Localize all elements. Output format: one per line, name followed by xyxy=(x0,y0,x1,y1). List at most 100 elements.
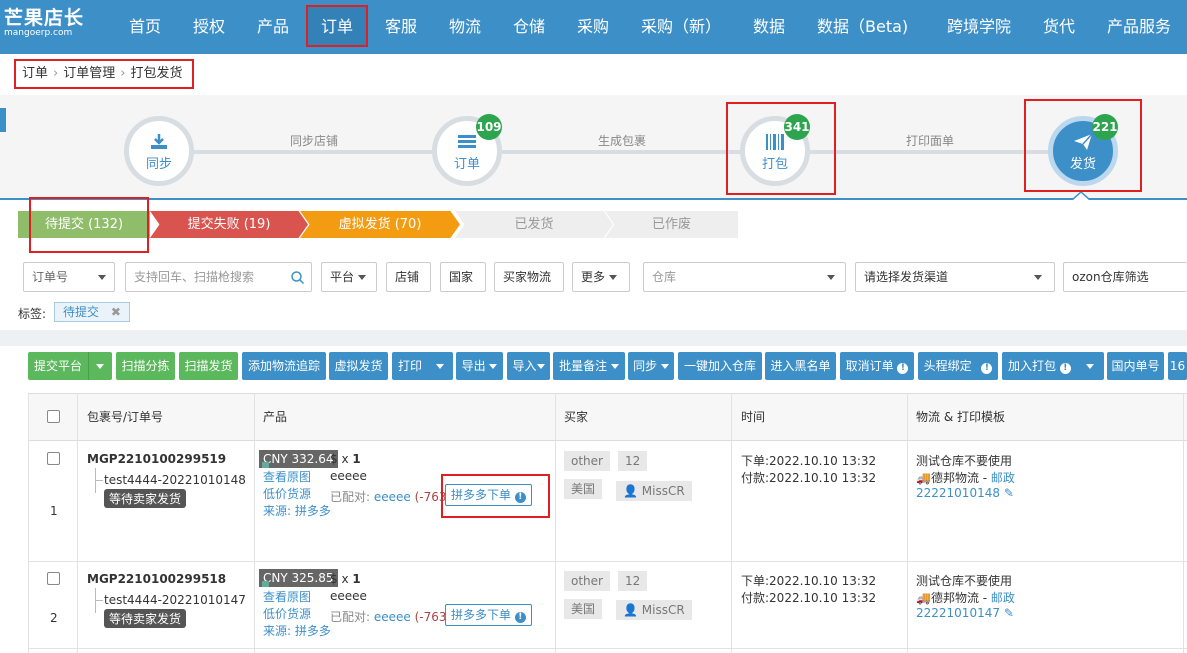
pdd-order-button[interactable]: 拼多多下单 ! xyxy=(445,604,532,626)
matched-link[interactable]: eeeee xyxy=(374,610,411,624)
order-no[interactable]: test4444-20221010147 xyxy=(104,593,246,607)
flow-link-gen-package[interactable]: 生成包裹 xyxy=(598,132,646,149)
close-icon[interactable]: ✖ xyxy=(111,305,121,319)
add-tracking-button[interactable]: 添加物流追踪 xyxy=(242,352,326,380)
nav-logistics[interactable]: 物流 xyxy=(449,0,481,54)
source-link[interactable]: 来源: 拼多多 xyxy=(263,502,331,519)
nav-academy[interactable]: 跨境学院 xyxy=(947,0,1011,54)
scan-sort-button[interactable]: 扫描分拣 xyxy=(116,352,175,380)
product-thumbnail[interactable] xyxy=(262,581,269,587)
submit-platform-label: 提交平台 xyxy=(34,359,83,373)
domestic-tracking-button[interactable]: 国内单号 xyxy=(1107,352,1164,380)
matched-link[interactable]: eeeee xyxy=(374,490,411,504)
logo[interactable]: 芒果店长 mangoerp.com xyxy=(4,8,84,38)
breadcrumb-order[interactable]: 订单 xyxy=(22,66,48,81)
chevron-down-icon[interactable] xyxy=(1086,364,1094,369)
shop-filter[interactable]: 店铺 xyxy=(386,262,431,292)
tracking-no-text: 22221010147 xyxy=(916,606,1000,620)
select-all-checkbox[interactable] xyxy=(47,410,60,423)
search-input[interactable]: 支持回车、扫描枪搜索 xyxy=(125,262,312,292)
add-to-warehouse-button[interactable]: 一键加入仓库 xyxy=(678,352,762,380)
download-icon xyxy=(151,134,167,149)
nav-product-service[interactable]: 产品服务 xyxy=(1107,0,1171,54)
nav-data-beta[interactable]: 数据（Beta) xyxy=(817,0,908,54)
sync-button[interactable]: 同步 xyxy=(628,352,674,380)
flow-link-print-label[interactable]: 打印面单 xyxy=(906,132,954,149)
tracking-no[interactable]: 22221010148 ✎ xyxy=(916,486,1014,500)
tab-shipped[interactable]: 已发货 xyxy=(455,211,613,238)
buyer-name-tag[interactable]: 👤 MissCR xyxy=(616,600,692,620)
buyer-name-tag[interactable]: 👤 MissCR xyxy=(616,481,692,501)
cancel-order-button[interactable]: 取消订单 ! xyxy=(840,352,914,380)
tab-virtual-ship[interactable]: 虚拟发货 (70) xyxy=(300,211,460,238)
order-count-badge: 109 xyxy=(476,114,502,140)
nav-data[interactable]: 数据 xyxy=(753,0,785,54)
chevron-down-icon[interactable] xyxy=(96,364,104,369)
flow-link-sync-shop[interactable]: 同步店铺 xyxy=(290,132,338,149)
info-icon: ! xyxy=(514,612,526,623)
order-no-select[interactable]: 订单号 xyxy=(23,262,115,292)
blacklist-button[interactable]: 进入黑名单 xyxy=(765,352,836,380)
chevron-down-icon xyxy=(489,364,498,369)
order-no[interactable]: test4444-20221010148 xyxy=(104,473,246,487)
nav-forwarder[interactable]: 货代 xyxy=(1043,0,1075,54)
tracking-no-text: 22221010148 xyxy=(916,486,1000,500)
tag-chip: 待提交 ✖ xyxy=(54,302,130,322)
more-filter[interactable]: 更多 xyxy=(572,262,630,292)
row-checkbox[interactable] xyxy=(47,572,60,585)
nav-purchase[interactable]: 采购 xyxy=(577,0,609,54)
breadcrumb-pack-ship: 打包发货 xyxy=(130,66,183,81)
submit-platform-button[interactable]: 提交平台 xyxy=(28,352,112,380)
batch-note-button[interactable]: 批量备注 xyxy=(553,352,625,380)
flow-line xyxy=(190,150,1060,154)
buyer-logistics-filter[interactable]: 买家物流 xyxy=(494,262,564,292)
carrier-link[interactable]: 邮政 xyxy=(991,471,1015,485)
nav-home[interactable]: 首页 xyxy=(129,0,161,54)
tab-voided[interactable]: 已作废 xyxy=(605,211,738,238)
nav-auth[interactable]: 授权 xyxy=(193,0,225,54)
channel-select[interactable]: 请选择发货渠道 xyxy=(855,262,1055,292)
tracking-no[interactable]: 22221010147 ✎ xyxy=(916,606,1014,620)
package-no[interactable]: MGP2210100299519 xyxy=(87,452,226,466)
package-no[interactable]: MGP2210100299518 xyxy=(87,572,226,586)
divider xyxy=(907,393,908,653)
low-price-source-link[interactable]: 低价货源 xyxy=(263,485,311,502)
search-icon[interactable] xyxy=(291,271,304,284)
scan-ship-button[interactable]: 扫描发货 xyxy=(179,352,238,380)
nav-service[interactable]: 客服 xyxy=(385,0,417,54)
nav-order[interactable]: 订单 xyxy=(321,0,353,54)
pdd-order-button[interactable]: 拼多多下单 ! xyxy=(445,484,532,506)
ozon-warehouse-filter[interactable]: ozon仓库筛选 xyxy=(1063,262,1187,292)
export-button[interactable]: 导出 xyxy=(456,352,503,380)
carrier-link[interactable]: 邮政 xyxy=(991,591,1015,605)
flow-step-sync[interactable]: 同步 xyxy=(124,116,194,186)
nav-purchase-new[interactable]: 采购（新） xyxy=(641,0,721,54)
carrier: 🚚德邦物流 - 邮政 xyxy=(916,469,1015,486)
view-image-link[interactable]: 查看原图 xyxy=(263,468,311,485)
platform-label: 平台 xyxy=(330,270,355,284)
low-price-source-link[interactable]: 低价货源 xyxy=(263,605,311,622)
source-link[interactable]: 来源: 拼多多 xyxy=(263,622,331,639)
print-button[interactable]: 打印 xyxy=(392,352,453,380)
col-logistics: 物流 & 打印模板 xyxy=(916,410,1005,424)
quantity: $ x 1 xyxy=(330,572,361,586)
row-checkbox[interactable] xyxy=(47,452,60,465)
nav-product[interactable]: 产品 xyxy=(257,0,289,54)
first-leg-bind-button[interactable]: 头程绑定 ! xyxy=(918,352,998,380)
view-image-link[interactable]: 查看原图 xyxy=(263,588,311,605)
add-pack-button[interactable]: 加入打包 ! xyxy=(1002,352,1104,380)
platform-select[interactable]: 平台 xyxy=(321,262,377,292)
import-button[interactable]: 导入 xyxy=(507,352,550,380)
nav-warehouse[interactable]: 仓储 xyxy=(513,0,545,54)
breadcrumb-order-manage[interactable]: 订单管理 xyxy=(63,66,115,81)
warehouse-select[interactable]: 仓库 xyxy=(643,262,846,292)
more-toolbar-button[interactable]: 16 xyxy=(1168,352,1187,380)
chevron-down-icon[interactable] xyxy=(436,364,444,369)
tab-failed[interactable]: 提交失败 (19) xyxy=(150,211,308,238)
edit-icon[interactable]: ✎ xyxy=(1004,486,1014,500)
country-filter[interactable]: 国家 xyxy=(440,262,486,292)
sidebar-toggle[interactable] xyxy=(0,108,6,132)
virtual-ship-button[interactable]: 虚拟发货 xyxy=(329,352,388,380)
edit-icon[interactable]: ✎ xyxy=(1004,606,1014,620)
chevron-down-icon xyxy=(610,364,619,369)
